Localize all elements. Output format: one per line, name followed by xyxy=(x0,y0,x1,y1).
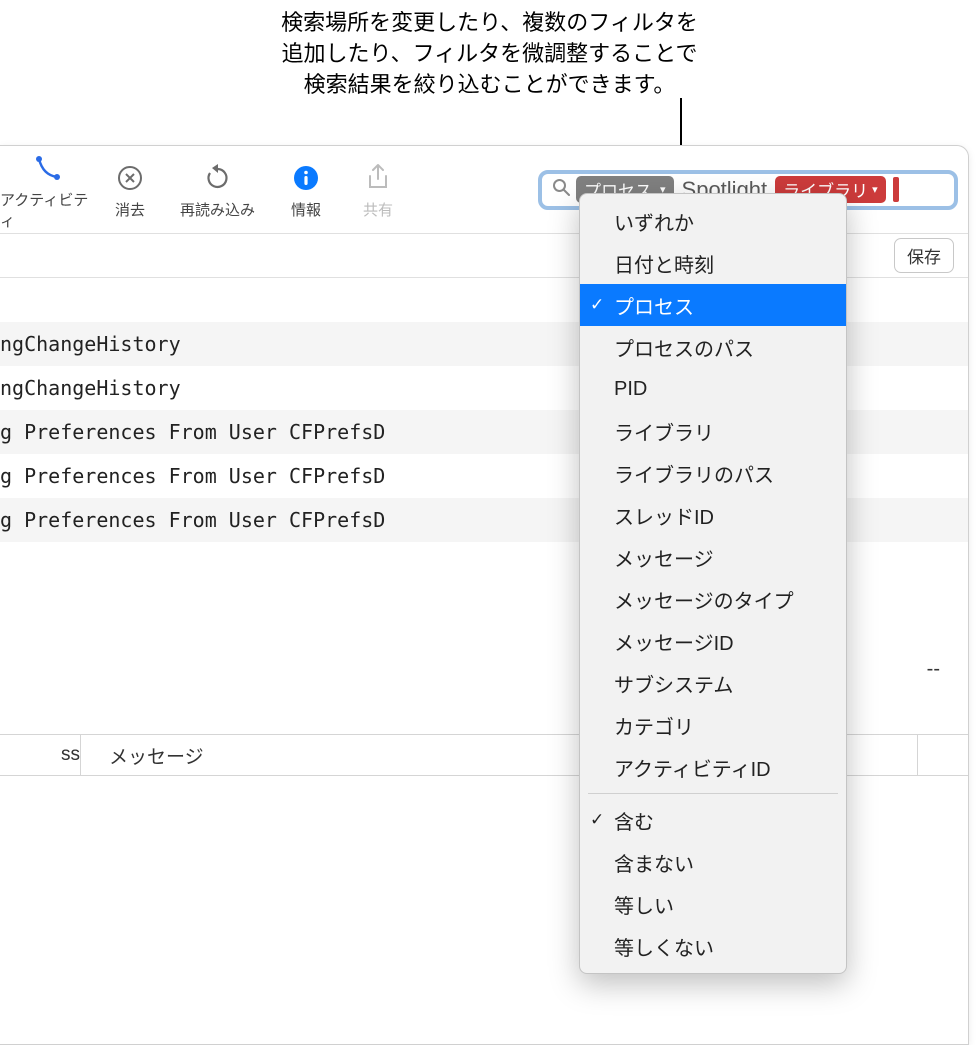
check-icon: ✓ xyxy=(590,295,604,315)
dropdown-item[interactable]: ライブラリ xyxy=(580,410,846,452)
dropdown-item-label: メッセージID xyxy=(614,627,734,656)
dropdown-item[interactable]: メッセージのタイプ xyxy=(580,578,846,620)
clear-icon xyxy=(117,159,143,197)
dropdown-item[interactable]: アクティビティID xyxy=(580,746,846,788)
clear-label: 消去 xyxy=(115,199,145,220)
dropdown-item-label: プロセスのパス xyxy=(614,333,754,362)
dropdown-item[interactable]: 等しくない xyxy=(580,925,846,967)
callout-text: 検索場所を変更したり、複数のフィルタを 追加したり、フィルタを微調整することで … xyxy=(0,8,979,100)
clear-button[interactable]: 消去 xyxy=(95,146,165,234)
search-icon xyxy=(552,178,570,201)
dropdown-item[interactable]: サブシステム xyxy=(580,662,846,704)
activity-button[interactable]: アクティビティ xyxy=(0,146,95,234)
activity-icon xyxy=(33,149,63,187)
check-icon: ✓ xyxy=(590,810,604,830)
dropdown-item-label: 含まない xyxy=(614,848,694,877)
chevron-down-icon: ▾ xyxy=(872,183,878,196)
share-icon xyxy=(366,159,390,197)
reload-button[interactable]: 再読み込み xyxy=(165,146,270,234)
dropdown-item-label: アクティビティID xyxy=(614,753,771,782)
column-header-process[interactable]: ss xyxy=(0,744,80,766)
dropdown-item-label: カテゴリ xyxy=(614,711,694,740)
dropdown-item[interactable]: ✓ プロセス xyxy=(580,284,846,326)
callout-line-1: 検索場所を変更したり、複数のフィルタを xyxy=(0,8,979,39)
dropdown-item-label: メッセージのタイプ xyxy=(614,585,794,614)
console-window: アクティビティ 消去 再読み込み 情報 共有 xyxy=(0,145,969,1045)
info-icon xyxy=(293,159,319,197)
activity-label: アクティビティ xyxy=(0,189,95,231)
dropdown-item[interactable]: いずれか xyxy=(580,200,846,242)
dropdown-item-label: 日付と時刻 xyxy=(614,249,714,278)
dropdown-item-label: プロセス xyxy=(614,291,694,320)
dropdown-item-label: PID xyxy=(614,378,647,401)
dropdown-item[interactable]: カテゴリ xyxy=(580,704,846,746)
dropdown-item-label: ライブラリ xyxy=(614,417,714,446)
reload-label: 再読み込み xyxy=(180,199,255,220)
dropdown-item[interactable]: 含まない xyxy=(580,841,846,883)
dropdown-item-label: 等しくない xyxy=(614,932,714,961)
callout-line-3: 検索結果を絞り込むことができます。 xyxy=(0,70,979,101)
library-token-cutoff xyxy=(893,177,899,202)
dropdown-item-label: いずれか xyxy=(614,207,694,236)
filter-dropdown: いずれか日付と時刻 ✓ プロセスプロセスのパス PID ライブラリライブラリのパススレッ… xyxy=(579,193,847,974)
info-button[interactable]: 情報 xyxy=(270,146,342,234)
info-label: 情報 xyxy=(291,199,321,220)
save-button[interactable]: 保存 xyxy=(894,238,954,273)
dropdown-item[interactable]: ライブラリのパス xyxy=(580,452,846,494)
dropdown-item[interactable]: 等しい xyxy=(580,883,846,925)
placeholder-dashes: -- xyxy=(927,658,940,681)
callout-line-2: 追加したり、フィルタを微調整することで xyxy=(0,39,979,70)
dropdown-item[interactable]: 日付と時刻 xyxy=(580,242,846,284)
dropdown-item-label: メッセージ xyxy=(614,543,714,572)
dropdown-item[interactable]: プロセスのパス xyxy=(580,326,846,368)
dropdown-item[interactable]: スレッドID xyxy=(580,494,846,536)
share-label: 共有 xyxy=(363,199,393,220)
dropdown-item[interactable]: PID xyxy=(580,368,846,410)
dropdown-item-label: スレッドID xyxy=(614,501,714,530)
dropdown-item[interactable]: メッセージID xyxy=(580,620,846,662)
dropdown-item[interactable]: メッセージ xyxy=(580,536,846,578)
dropdown-item-label: 等しい xyxy=(614,890,674,919)
reload-icon xyxy=(205,159,231,197)
dropdown-item-label: ライブラリのパス xyxy=(614,459,774,488)
dropdown-item-label: 含む xyxy=(614,806,654,835)
column-separator[interactable] xyxy=(80,735,81,775)
dropdown-item-label: サブシステム xyxy=(614,669,733,698)
dropdown-separator xyxy=(588,793,838,794)
dropdown-item[interactable]: ✓ 含む xyxy=(580,799,846,841)
share-button[interactable]: 共有 xyxy=(342,146,414,234)
column-separator[interactable] xyxy=(917,735,918,775)
